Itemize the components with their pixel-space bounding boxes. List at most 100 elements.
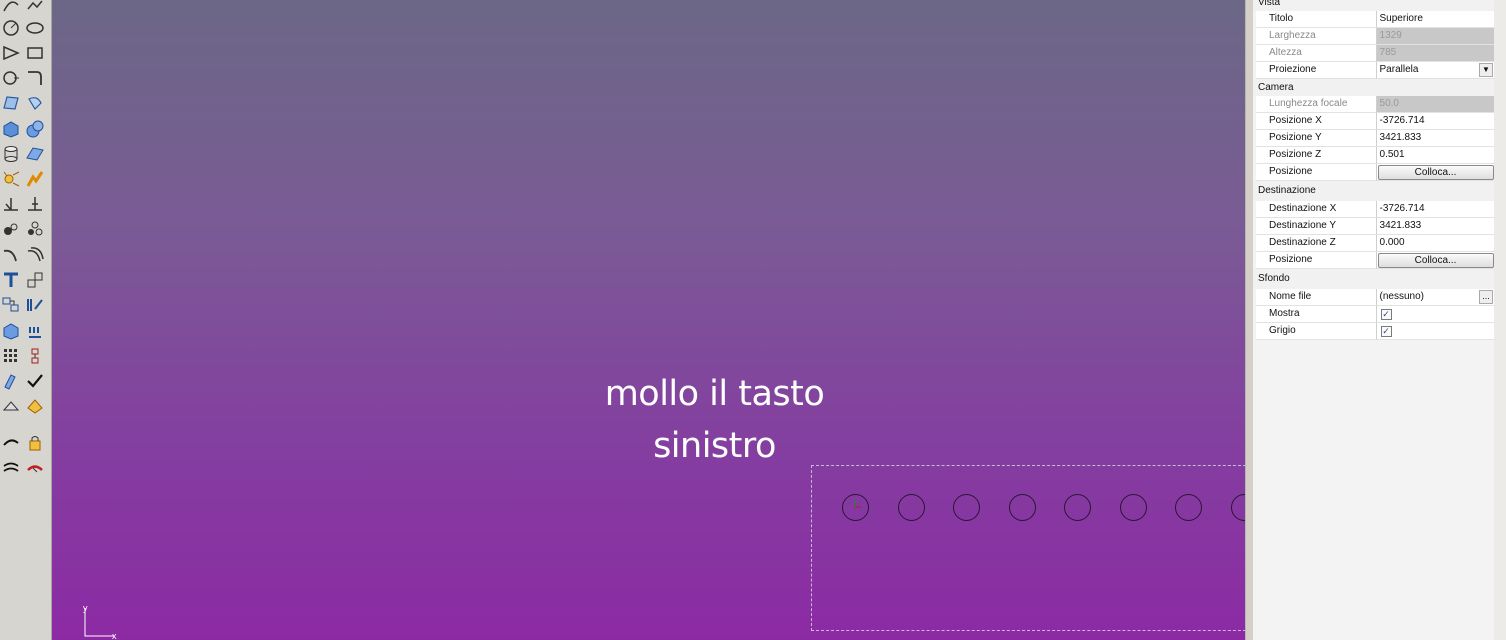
proiezione-select[interactable]: Parallela ▼ xyxy=(1376,62,1494,79)
array-polar-icon[interactable] xyxy=(24,218,46,240)
prop-row-mostra: Mostra ✓ xyxy=(1253,306,1494,323)
array-icon[interactable] xyxy=(0,218,22,240)
scale-icon[interactable] xyxy=(24,269,46,291)
circle-object[interactable] xyxy=(1175,494,1202,521)
left-toolbar xyxy=(0,0,52,640)
properties-grid: Vista Titolo Superiore Larghezza 1329 Al… xyxy=(1253,0,1495,340)
pos-z-field[interactable]: 0.501 xyxy=(1376,147,1494,164)
layer-icon[interactable] xyxy=(0,457,22,479)
prop-key: Larghezza xyxy=(1256,28,1377,45)
edit-icon[interactable] xyxy=(24,294,46,316)
cylinder-icon[interactable] xyxy=(0,143,22,165)
dest-z-field[interactable]: 0.000 xyxy=(1376,235,1494,252)
altezza-field: 785 xyxy=(1376,45,1494,62)
pos-x-field[interactable]: -3726.714 xyxy=(1376,113,1494,130)
caption-overlay: mollo il tasto sinistro xyxy=(52,368,1245,472)
prop-key: Posizione Z xyxy=(1256,147,1377,164)
render-icon[interactable] xyxy=(24,320,46,342)
circle-object[interactable] xyxy=(842,494,869,521)
prop-key: Nome file xyxy=(1256,289,1377,306)
arc-icon[interactable] xyxy=(0,0,22,16)
colloca-camera-button[interactable]: Colloca... xyxy=(1377,165,1494,180)
revolve-icon[interactable] xyxy=(24,92,46,114)
prop-key: Posizione X xyxy=(1256,113,1377,130)
selection-window xyxy=(811,465,1245,631)
nome-file-value: (nessuno) xyxy=(1379,291,1424,302)
undo-icon[interactable] xyxy=(0,432,22,454)
fillet-icon[interactable] xyxy=(24,67,46,89)
viewport-top[interactable]: mollo il tasto sinistro y x xyxy=(52,0,1245,640)
offset-icon[interactable] xyxy=(24,244,46,266)
prop-row-altezza: Altezza 785 xyxy=(1253,45,1494,62)
section-vista[interactable]: Vista xyxy=(1253,0,1494,11)
boolean-icon[interactable] xyxy=(24,168,46,190)
hide-icon[interactable] xyxy=(24,457,46,479)
prop-row-larghezza: Larghezza 1329 xyxy=(1253,28,1494,45)
polyline-icon[interactable] xyxy=(24,0,46,16)
nome-file-field[interactable]: (nessuno) ... xyxy=(1376,289,1494,306)
ellipse-icon[interactable] xyxy=(24,17,46,39)
browse-button[interactable]: ... xyxy=(1479,290,1493,304)
prop-key: Posizione xyxy=(1256,252,1377,269)
explode-icon[interactable] xyxy=(0,168,22,190)
prop-key: Titolo xyxy=(1256,11,1377,28)
curve-icon[interactable] xyxy=(0,67,22,89)
text-icon[interactable] xyxy=(0,269,22,291)
prop-row-pos-x: Posizione X -3726.714 xyxy=(1253,113,1494,130)
section-sfondo[interactable]: Sfondo xyxy=(1253,269,1494,289)
polygon-icon[interactable] xyxy=(0,42,22,64)
snap-icon[interactable] xyxy=(24,345,46,367)
grigio-cell: ✓ xyxy=(1376,323,1494,340)
prop-key: Destinazione Z xyxy=(1256,235,1377,252)
panel-splitter[interactable] xyxy=(1245,0,1253,640)
group-icon[interactable] xyxy=(0,294,22,316)
panel-scrollbar[interactable] xyxy=(1494,0,1506,640)
circle-object[interactable] xyxy=(898,494,925,521)
chevron-down-icon[interactable]: ▼ xyxy=(1479,63,1493,77)
titolo-field[interactable]: Superiore xyxy=(1376,11,1494,28)
light-icon[interactable] xyxy=(0,395,22,417)
analyze-icon[interactable] xyxy=(0,370,22,392)
circle-object[interactable] xyxy=(1009,494,1036,521)
prop-row-nome-file: Nome file (nessuno) ... xyxy=(1253,289,1494,306)
mostra-checkbox[interactable]: ✓ xyxy=(1380,309,1392,320)
prop-row-dest-x: Destinazione X -3726.714 xyxy=(1253,201,1494,218)
circle-object[interactable] xyxy=(1120,494,1147,521)
caption-line-1: mollo il tasto xyxy=(604,374,825,414)
prop-key: Lunghezza focale xyxy=(1256,96,1377,113)
pos-y-field[interactable]: 3421.833 xyxy=(1376,130,1494,147)
dest-x-field[interactable]: -3726.714 xyxy=(1376,201,1494,218)
larghezza-field: 1329 xyxy=(1376,28,1494,45)
sphere-icon[interactable] xyxy=(24,118,46,140)
section-camera[interactable]: Camera xyxy=(1253,79,1494,96)
grid-icon[interactable] xyxy=(0,345,22,367)
prop-key: Grigio xyxy=(1256,323,1377,340)
posizione-camera-cell: Colloca... xyxy=(1376,164,1494,181)
colloca-destinazione-button[interactable]: Colloca... xyxy=(1377,253,1494,268)
dest-y-field[interactable]: 3421.833 xyxy=(1376,218,1494,235)
mesh-icon[interactable] xyxy=(0,320,22,342)
plane-icon[interactable] xyxy=(24,143,46,165)
prop-key: Posizione Y xyxy=(1256,130,1377,147)
surface-icon[interactable] xyxy=(0,92,22,114)
circle-object[interactable] xyxy=(1064,494,1091,521)
check-icon[interactable] xyxy=(24,370,46,392)
prop-row-proiezione: Proiezione Parallela ▼ xyxy=(1253,62,1494,79)
grigio-checkbox[interactable]: ✓ xyxy=(1380,326,1392,337)
prop-row-pos-z: Posizione Z 0.501 xyxy=(1253,147,1494,164)
lock-icon[interactable] xyxy=(24,432,46,454)
rectangle-icon[interactable] xyxy=(24,42,46,64)
transform-icon[interactable] xyxy=(0,244,22,266)
section-destinazione[interactable]: Destinazione xyxy=(1253,181,1494,201)
circle-icon[interactable] xyxy=(0,17,22,39)
prop-row-titolo: Titolo Superiore xyxy=(1253,11,1494,28)
prop-row-posizione-dest: Posizione Colloca... xyxy=(1253,252,1494,269)
circle-object[interactable] xyxy=(953,494,980,521)
box-icon[interactable] xyxy=(0,118,22,140)
world-axis-icon: y x xyxy=(82,600,122,640)
extrude-icon[interactable] xyxy=(24,193,46,215)
dimension-icon[interactable] xyxy=(0,193,22,215)
material-icon[interactable] xyxy=(24,395,46,417)
prop-key: Posizione xyxy=(1256,164,1377,181)
prop-key: Proiezione xyxy=(1256,62,1377,79)
